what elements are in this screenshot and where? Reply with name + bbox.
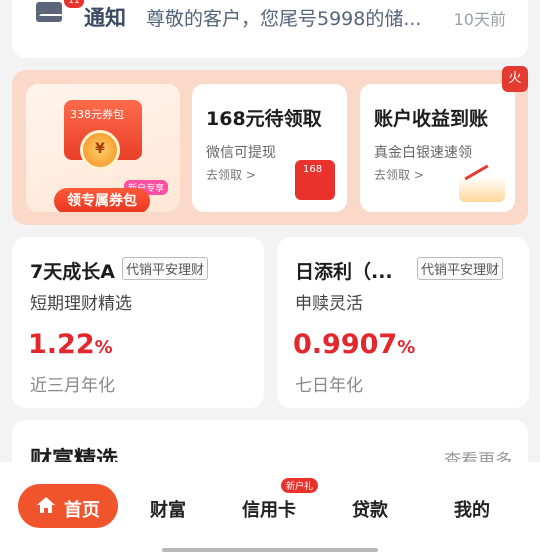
home-icon [37, 497, 55, 513]
product-rate: 0.9907% [293, 329, 415, 360]
red-packet-icon: 168 [295, 160, 335, 200]
mail-icon [36, 2, 62, 22]
claim-coupon-button[interactable]: 领专属券包 [54, 188, 150, 212]
rate-unit: % [94, 337, 113, 358]
bottom-nav: 首页 财富 信用卡 新户礼 贷款 我的 [0, 462, 540, 554]
new-user-gift-badge: 新户礼 [281, 478, 319, 493]
home-indicator[interactable] [162, 548, 378, 552]
product-name: 7天成长A [30, 261, 115, 283]
rate-value: 0.9907 [293, 329, 398, 360]
product-desc: 申赎灵活 [295, 294, 363, 314]
growth-chart-icon [459, 160, 505, 202]
product-card-7day[interactable]: 7天成长A 代销平安理财 短期理财精选 1.22% 近三月年化 [12, 237, 264, 408]
nav-home[interactable]: 首页 [18, 484, 118, 528]
nav-wealth[interactable]: 财富 [150, 496, 186, 522]
notification-card[interactable]: 11 通知 尊敬的客户，您尾号5998的储... 10天前 [12, 0, 528, 58]
cash-reward-link[interactable]: 去领取 > [206, 166, 256, 183]
promo-banner: 338元券包 ¥ 新户专享 领专属券包 168元待领取 微信可提现 去领取 > … [12, 66, 528, 225]
rate-value: 1.22 [28, 329, 95, 360]
product-rate: 1.22% [28, 329, 113, 360]
product-tag: 代销平安理财 [417, 257, 504, 280]
earnings-card[interactable]: 账户收益到账 真金白银速速领 去领取 > [360, 84, 515, 212]
cash-reward-card[interactable]: 168元待领取 微信可提现 去领取 > 168 [192, 84, 347, 212]
coin-icon: ¥ [80, 130, 120, 170]
nav-mine[interactable]: 我的 [454, 496, 490, 522]
rate-unit: % [397, 337, 416, 358]
earnings-link[interactable]: 去领取 > [374, 166, 424, 183]
product-name: 日添利（... [295, 261, 393, 283]
notification-message: 尊敬的客户，您尾号5998的储... [146, 8, 422, 30]
hot-badge: 火 [502, 66, 528, 92]
nav-credit-card[interactable]: 信用卡 [242, 496, 296, 522]
nav-home-label: 首页 [64, 500, 100, 521]
product-rate-label: 近三月年化 [30, 376, 115, 396]
notification-count-badge: 11 [64, 0, 84, 8]
red-packet-value: 168 [303, 164, 323, 175]
product-card-daily[interactable]: 日添利（... 代销平安理财 申赎灵活 0.9907% 七日年化 [277, 237, 529, 408]
notification-time: 10天前 [453, 10, 506, 29]
earnings-title: 账户收益到账 [374, 108, 489, 130]
product-rate-label: 七日年化 [295, 376, 363, 396]
coupon-amount: 338元券包 [70, 108, 124, 121]
cash-reward-subtitle: 微信可提现 [206, 145, 276, 161]
product-desc: 短期理财精选 [30, 294, 132, 314]
coin-symbol: ¥ [95, 141, 105, 157]
cash-reward-title: 168元待领取 [206, 108, 322, 130]
product-tag: 代销平安理财 [122, 257, 209, 280]
notification-title: 通知 [84, 6, 126, 30]
coupon-pack-card[interactable]: 338元券包 ¥ 新户专享 领专属券包 [26, 84, 180, 212]
nav-loan[interactable]: 贷款 [352, 496, 388, 522]
earnings-subtitle: 真金白银速速领 [374, 145, 472, 161]
